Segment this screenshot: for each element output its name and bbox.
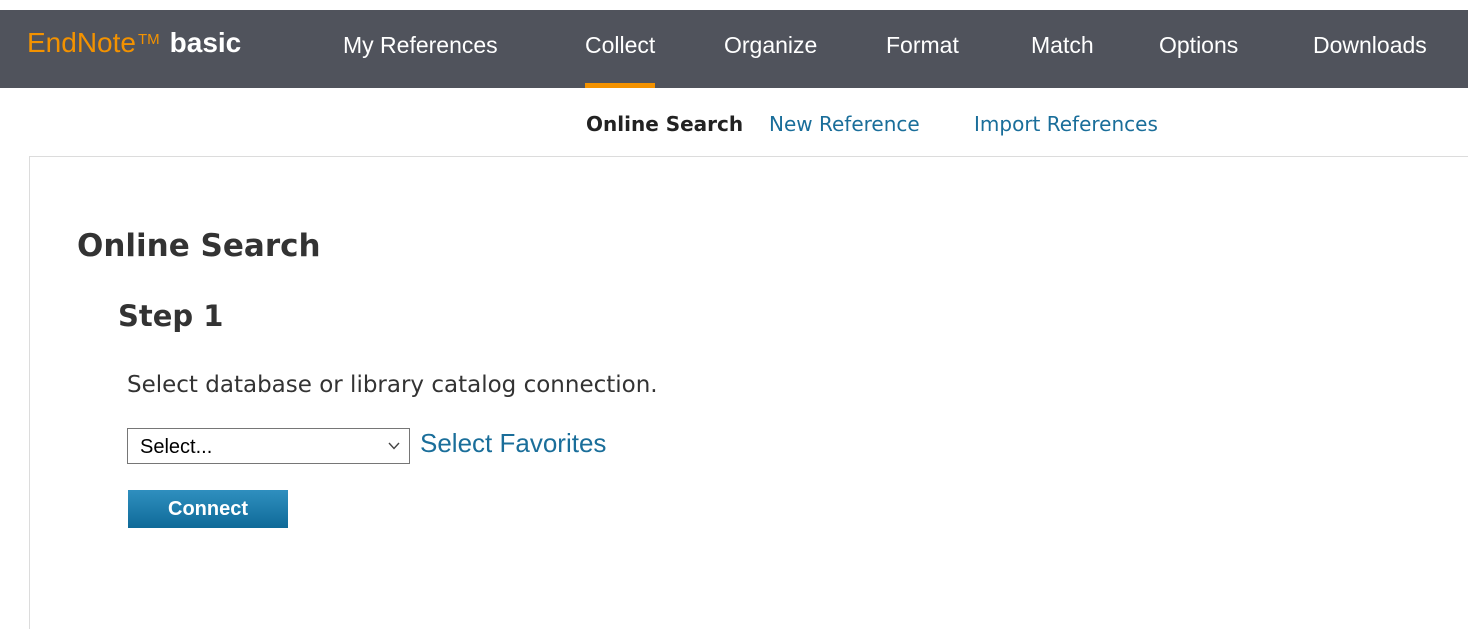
top-navigation-bar: EndNote TM basic My References Collect Org… (0, 10, 1468, 88)
nav-format[interactable]: Format (886, 10, 959, 88)
subnav-import-references[interactable]: Import References (974, 112, 1158, 136)
step-heading: Step 1 (118, 299, 224, 333)
subnav-online-search[interactable]: Online Search (586, 112, 743, 136)
database-select[interactable]: Select... (127, 428, 410, 464)
nav-downloads[interactable]: Downloads (1313, 10, 1427, 88)
step-instruction: Select database or library catalog conne… (127, 372, 658, 398)
page-title: Online Search (77, 228, 321, 264)
subnav-new-reference[interactable]: New Reference (769, 112, 920, 136)
select-favorites-link[interactable]: Select Favorites (420, 428, 606, 459)
chevron-down-icon (388, 442, 400, 450)
brand-edition: basic (169, 27, 242, 58)
nav-match[interactable]: Match (1031, 10, 1094, 88)
nav-my-references[interactable]: My References (343, 10, 498, 88)
connect-button[interactable]: Connect (128, 490, 288, 528)
brand-name: EndNote (27, 27, 136, 58)
endnote-logo[interactable]: EndNote TM basic (27, 28, 241, 58)
sub-navigation: Online Search New Reference Import Refer… (0, 112, 1468, 140)
nav-options[interactable]: Options (1159, 10, 1238, 88)
nav-organize[interactable]: Organize (724, 10, 817, 88)
nav-collect[interactable]: Collect (585, 10, 656, 88)
trademark-mark: TM (137, 31, 160, 48)
database-select-value: Select... (140, 436, 213, 458)
